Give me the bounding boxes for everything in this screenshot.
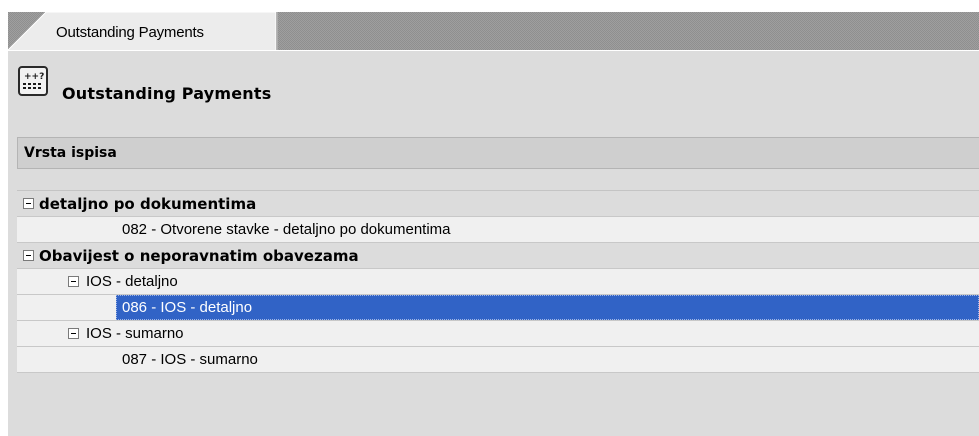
svg-text:++?: ++? (24, 72, 44, 82)
page-title: Outstanding Payments (62, 84, 272, 103)
section-header-box (17, 137, 979, 169)
collapse-icon[interactable] (68, 328, 79, 339)
tree-subgroup[interactable]: IOS - sumarno (17, 321, 979, 347)
tab-strip: Outstanding Payments (0, 0, 979, 50)
tree-item-label: 086 - IOS - detaljno (122, 299, 253, 316)
tree-group[interactable]: detaljno po dokumentima (17, 191, 979, 217)
tree-group[interactable]: Obavijest o neporavnatim obavezama (17, 243, 979, 269)
report-type-section: Vrsta ispisa (8, 117, 979, 177)
tree-item[interactable]: 087 - IOS - sumarno (17, 347, 979, 373)
report-tree: detaljno po dokumentima 082 - Otvorene st… (17, 190, 979, 373)
tree-item-label: 087 - IOS - sumarno (122, 351, 258, 368)
tree-item-label: 082 - Otvorene stavke - detaljno po doku… (122, 221, 451, 238)
tree-subgroup[interactable]: IOS - detaljno (17, 269, 979, 295)
collapse-icon[interactable] (23, 250, 34, 261)
section-title: Vrsta ispisa (24, 145, 117, 161)
tree-item-label: detaljno po dokumentima (39, 195, 257, 213)
tree-item[interactable]: 082 - Otvorene stavke - detaljno po doku… (17, 217, 979, 243)
calculator-icon: ++? (18, 66, 48, 96)
tree-item-label: IOS - sumarno (86, 325, 184, 342)
tree-item-label: Obavijest o neporavnatim obavezama (39, 247, 359, 265)
tab-label: Outstanding Payments (56, 24, 204, 41)
collapse-icon[interactable] (23, 198, 34, 209)
collapse-icon[interactable] (68, 276, 79, 287)
form-header: ++? Outstanding Payments (8, 50, 979, 117)
tree-item[interactable]: 086 - IOS - detaljno (17, 295, 979, 321)
tree-item-label: IOS - detaljno (86, 273, 178, 290)
